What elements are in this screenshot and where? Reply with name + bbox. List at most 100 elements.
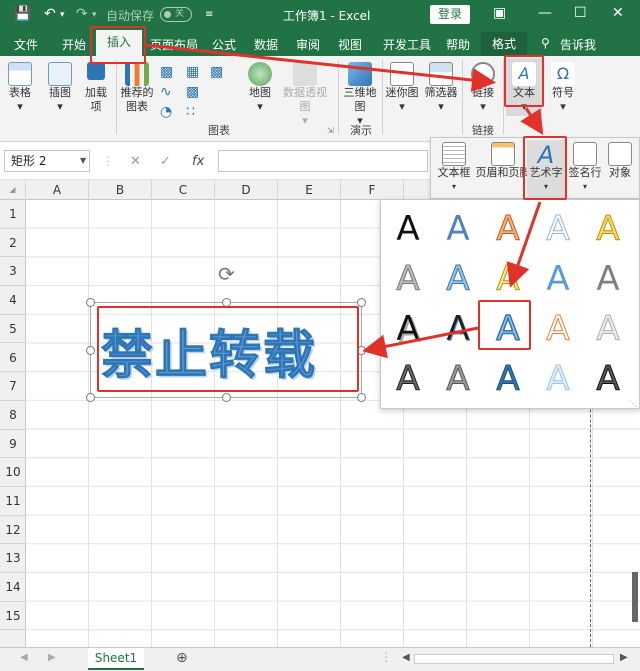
wordart-style-option[interactable]: A (383, 304, 433, 354)
row-header[interactable]: 13 (0, 544, 26, 574)
resize-handle[interactable] (86, 298, 95, 307)
minimize-icon[interactable]: — (538, 5, 552, 21)
object-button[interactable]: 对象 (603, 142, 637, 180)
chart-types-group[interactable]: ▩ ▦ ▩ ∿ ▩ ◔ ∷ (158, 62, 228, 122)
dialog-launcher-icon[interactable]: ⇲ (327, 126, 334, 135)
tab-page-layout[interactable]: 页面布局 (150, 36, 198, 53)
rotate-handle-icon[interactable]: ⟳ (218, 262, 235, 286)
wordart-style-option[interactable]: A (433, 354, 483, 404)
tell-me-input[interactable]: 告诉我 (560, 36, 596, 53)
wordart-style-option[interactable]: A (583, 254, 633, 304)
close-icon[interactable]: ✕ (612, 5, 624, 21)
autosave-toggle[interactable]: 关 (160, 7, 192, 22)
illustrations-button[interactable]: 插图 ▾ (44, 62, 76, 114)
wordart-style-option[interactable]: A (483, 254, 533, 304)
scatter-chart-icon[interactable]: ∷ (186, 104, 195, 120)
undo-icon[interactable]: ↶ (44, 6, 56, 22)
pie-chart-icon[interactable]: ◔ (160, 104, 172, 120)
column-header[interactable]: E (278, 180, 341, 200)
wordart-style-option[interactable]: A (583, 354, 633, 404)
select-all-corner[interactable]: ◢ (0, 180, 26, 200)
3d-map-button[interactable]: 三维地图 ▾ (342, 62, 378, 128)
wordart-style-option[interactable]: A (533, 304, 583, 354)
scroll-left-icon[interactable]: ◀ (402, 652, 410, 663)
wordart-style-option[interactable]: A (483, 354, 533, 404)
redo-dropdown-icon[interactable]: ▾ (92, 10, 97, 20)
tab-developer[interactable]: 开发工具 (383, 36, 431, 53)
name-box[interactable]: 矩形 2 (4, 150, 90, 172)
signature-line-button[interactable]: 签名行 ▾ (567, 142, 603, 194)
column-chart-icon[interactable]: ▩ (160, 64, 173, 80)
wordart-style-option[interactable]: A (433, 204, 483, 254)
row-header[interactable]: 7 (0, 372, 26, 401)
tab-review[interactable]: 审阅 (296, 36, 320, 53)
addins-button[interactable]: 加载项 (80, 62, 112, 114)
sheet-tab[interactable]: Sheet1 (88, 648, 144, 670)
tab-view[interactable]: 视图 (338, 36, 362, 53)
table-button[interactable]: 表格 ▾ (4, 62, 36, 114)
recommended-charts-button[interactable]: 推荐的图表 (118, 62, 156, 114)
resize-handle[interactable] (86, 393, 95, 402)
wordart-style-option[interactable]: A (533, 354, 583, 404)
wordart-style-option[interactable]: A (583, 204, 633, 254)
row-header[interactable]: 9 (0, 430, 26, 459)
column-header[interactable]: B (89, 180, 152, 200)
resize-handle[interactable] (357, 393, 366, 402)
filters-button[interactable]: 筛选器 ▾ (422, 62, 460, 114)
scroll-right-icon[interactable]: ▶ (620, 652, 628, 663)
tab-help[interactable]: 帮助 (446, 36, 470, 53)
resize-handle[interactable] (222, 393, 231, 402)
wordart-style-option[interactable]: A (433, 254, 483, 304)
symbols-button[interactable]: Ω 符号 ▾ (546, 62, 580, 114)
row-header[interactable]: 12 (0, 516, 26, 545)
formula-input[interactable] (218, 150, 428, 172)
login-button[interactable]: 登录 (430, 5, 470, 24)
wordart-style-option[interactable]: A (483, 204, 533, 254)
horizontal-scrollbar[interactable] (414, 654, 614, 664)
tab-file[interactable]: 文件 (14, 36, 38, 53)
row-header[interactable]: 8 (0, 401, 26, 430)
row-header[interactable]: 11 (0, 487, 26, 516)
enter-icon[interactable]: ✓ (160, 154, 171, 169)
tell-me-search-icon[interactable]: ⚲ (541, 36, 550, 50)
maximize-icon[interactable]: ☐ (574, 5, 587, 21)
redo-icon[interactable]: ↷ (76, 6, 88, 22)
link-button[interactable]: 链接 ▾ (466, 62, 500, 114)
vertical-scrollbar-thumb[interactable] (632, 572, 638, 622)
column-header[interactable]: D (215, 180, 278, 200)
row-header[interactable]: 3 (0, 257, 26, 287)
sparklines-button[interactable]: 迷你图 ▾ (384, 62, 420, 114)
gallery-resize-grip[interactable]: ⋱ (629, 399, 637, 408)
hierarchy-chart-icon[interactable]: ▦ (186, 64, 199, 80)
textbox-button[interactable]: 文本框 ▾ (435, 142, 473, 194)
next-sheet-icon[interactable]: ▶ (48, 652, 56, 663)
row-header[interactable]: 15 (0, 602, 26, 631)
wordart-style-option[interactable]: A (533, 254, 583, 304)
line-chart-icon[interactable]: ∿ (160, 84, 172, 100)
row-header[interactable]: 1 (0, 200, 26, 229)
tab-home[interactable]: 开始 (62, 36, 86, 53)
row-header[interactable]: 5 (0, 315, 26, 344)
save-icon[interactable]: 💾 (14, 6, 31, 22)
wordart-style-option[interactable]: A (533, 204, 583, 254)
map-button[interactable]: 地图 ▾ (244, 62, 276, 114)
cancel-icon[interactable]: ✕ (130, 154, 141, 169)
name-box-dropdown-icon[interactable]: ▼ (80, 156, 86, 165)
wordart-style-option[interactable]: A (383, 254, 433, 304)
wordart-style-option[interactable]: A (433, 304, 483, 354)
pivot-chart-button[interactable]: 数据透视图 ▾ (278, 62, 332, 128)
ribbon-display-icon[interactable]: ▣ (493, 5, 506, 21)
insert-function-icon[interactable]: fx (192, 154, 204, 169)
row-header[interactable]: 6 (0, 344, 26, 373)
undo-dropdown-icon[interactable]: ▾ (60, 10, 65, 20)
stat-chart-icon[interactable]: ▩ (210, 64, 223, 80)
tab-data[interactable]: 数据 (254, 36, 278, 53)
column-header[interactable]: C (152, 180, 215, 200)
wordart-style-option[interactable]: A (583, 304, 633, 354)
combo-chart-icon[interactable]: ▩ (186, 84, 199, 100)
add-sheet-icon[interactable]: ⊕ (176, 650, 188, 666)
row-header[interactable]: 14 (0, 573, 26, 602)
wordart-style-option[interactable]: A (383, 354, 433, 404)
prev-sheet-icon[interactable]: ◀ (20, 652, 28, 663)
row-header[interactable]: 10 (0, 458, 26, 487)
